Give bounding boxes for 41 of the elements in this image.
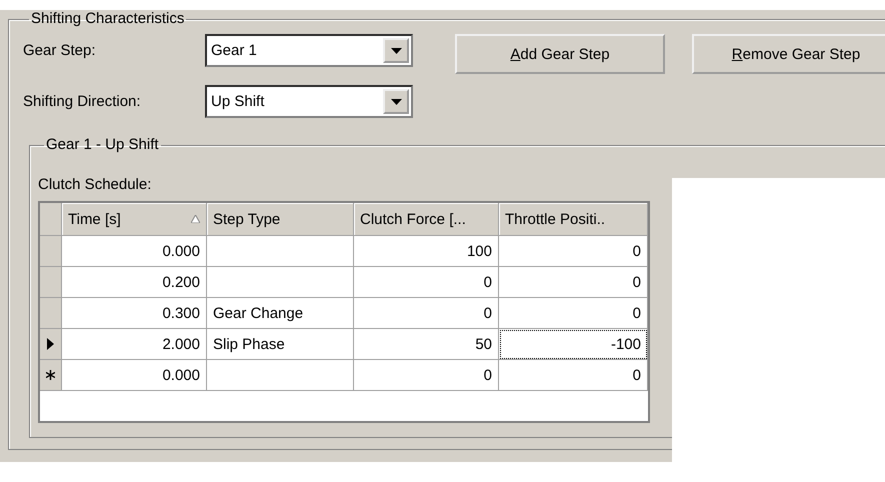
dropdown[interactable]: Gear 1	[205, 34, 413, 67]
field-label: Gear Step:	[23, 42, 97, 59]
table-cell[interactable]: 0.000	[62, 236, 207, 267]
table-cell[interactable]: 0	[499, 236, 648, 267]
table-label: Clutch Schedule:	[38, 176, 152, 193]
table-cell[interactable]: 0.200	[62, 267, 207, 298]
group-title: Shifting Characteristics	[30, 10, 186, 28]
action-button[interactable]: Remove Gear Step	[692, 34, 885, 74]
table-cell[interactable]	[207, 360, 354, 391]
dropdown[interactable]: Up Shift	[205, 85, 413, 118]
dropdown-arrow-icon	[390, 48, 402, 54]
column-header[interactable]: Time [s]	[62, 203, 207, 236]
row-header[interactable]	[40, 329, 62, 360]
row-header[interactable]	[40, 360, 62, 391]
table-cell[interactable]	[207, 267, 354, 298]
table-cell[interactable]: 2.000	[62, 329, 207, 360]
dropdown-arrow-icon	[390, 98, 402, 104]
table-cell[interactable]: 100	[354, 236, 499, 267]
table-cell[interactable]: -100	[499, 329, 648, 360]
table-cell[interactable]: Slip Phase	[207, 329, 354, 360]
new-row-icon	[46, 370, 55, 380]
table-cell[interactable]: Gear Change	[207, 298, 354, 329]
column-header[interactable]: Throttle Positi..	[499, 203, 648, 236]
table-cell[interactable]: 0	[499, 298, 648, 329]
sort-icon	[191, 215, 200, 223]
table-cell[interactable]: 0	[499, 267, 648, 298]
table-cell[interactable]: 0	[354, 298, 499, 329]
column-header[interactable]: Step Type	[207, 203, 354, 236]
corner-header	[40, 203, 62, 236]
current-row-icon	[47, 338, 54, 350]
table-cell[interactable]	[207, 236, 354, 267]
group-title: Gear 1 - Up Shift	[45, 136, 160, 154]
field-label: Shifting Direction:	[23, 93, 142, 110]
action-button[interactable]: Add Gear Step	[455, 34, 665, 74]
table-cell[interactable]: 0.000	[62, 360, 207, 391]
column-header[interactable]: Clutch Force [...	[354, 203, 499, 236]
table-cell[interactable]: 0	[354, 360, 499, 391]
table-cell[interactable]: 0.300	[62, 298, 207, 329]
table-cell[interactable]: 0	[499, 360, 648, 391]
table-cell[interactable]: 0	[354, 267, 499, 298]
table-cell[interactable]: 50	[354, 329, 499, 360]
